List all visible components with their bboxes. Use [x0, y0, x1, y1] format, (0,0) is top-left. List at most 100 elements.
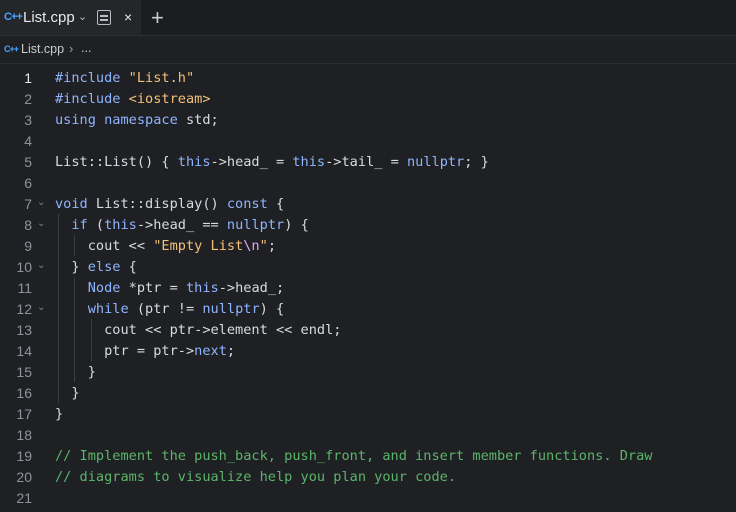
code-token: { [267, 196, 285, 212]
code-text: // Implement the push_back, push_front, … [55, 448, 652, 464]
code-line[interactable]: 14 ptr = ptr->next; [0, 340, 736, 361]
code-text: List::List() { this->head_ = this->tail_… [55, 154, 489, 170]
outline-view-icon[interactable] [97, 10, 111, 25]
breadcrumb: C++ List.cpp › ... [0, 36, 736, 64]
code-line[interactable]: 12 ⌄ while (ptr != nullptr) { [0, 298, 736, 319]
code-token: next [194, 343, 227, 359]
line-number: 21 [16, 490, 32, 506]
code-token: List::display() [95, 196, 227, 212]
code-token: #include [55, 91, 129, 107]
code-text: } else { [55, 259, 137, 275]
tab-bar: C++ List.cpp ⌄ × + [0, 0, 736, 36]
code-token: cout << [55, 238, 154, 254]
code-editor[interactable]: 1 #include "List.h" 2 #include <iostream> 3 u… [0, 64, 736, 512]
fold-chevron-icon[interactable]: ⌄ [37, 260, 45, 271]
code-token: ( [87, 217, 105, 233]
tab-title: List.cpp [23, 9, 75, 26]
line-number: 18 [16, 427, 32, 443]
code-line[interactable]: 16 } [0, 382, 736, 403]
chevron-down-icon[interactable]: ⌄ [78, 10, 87, 23]
code-token: List::List() { [55, 154, 178, 170]
code-token: ->tail_ = [325, 154, 407, 170]
code-token: this [104, 217, 137, 233]
close-icon[interactable]: × [124, 9, 132, 25]
code-line[interactable]: 4 [0, 130, 736, 151]
code-token: using namespace [55, 112, 186, 128]
code-line[interactable]: 6 [0, 172, 736, 193]
indent-guide [74, 235, 75, 256]
line-number: 11 [17, 280, 32, 296]
breadcrumb-file[interactable]: List.cpp [21, 42, 64, 56]
line-number: 17 [16, 406, 32, 422]
breadcrumb-symbols[interactable]: ... [81, 41, 91, 55]
code-text: cout << ptr->element << endl; [55, 322, 341, 338]
code-token: \n [243, 238, 260, 254]
code-line[interactable]: 7 ⌄ void List::display() const { [0, 193, 736, 214]
line-number: 2 [24, 91, 32, 107]
code-line[interactable]: 21 [0, 487, 736, 508]
code-line[interactable]: 18 [0, 424, 736, 445]
code-text: using namespace std; [55, 112, 219, 128]
code-text: // diagrams to visualize help you plan y… [55, 469, 456, 485]
code-token: <iostream> [128, 91, 211, 107]
code-token: // Implement the push_back, push_front, … [55, 448, 653, 464]
code-line[interactable]: 20 // diagrams to visualize help you plan… [0, 466, 736, 487]
code-token: std; [185, 112, 219, 128]
code-text: while (ptr != nullptr) { [55, 301, 284, 317]
fold-chevron-icon[interactable]: ⌄ [37, 302, 45, 313]
code-token: nullptr [226, 217, 285, 233]
code-token: void [55, 196, 96, 212]
code-text: ptr = ptr->next; [55, 343, 235, 359]
line-number: 3 [24, 112, 32, 128]
code-token: ; [267, 238, 276, 254]
code-token: nullptr [202, 301, 260, 317]
code-token: this [292, 154, 326, 170]
code-token: *ptr = [120, 280, 186, 296]
code-token: ) { [284, 217, 309, 233]
code-line[interactable]: 17} [0, 403, 736, 424]
tab-list-cpp[interactable]: C++ List.cpp ⌄ × [0, 0, 141, 35]
line-number: 1 [24, 70, 32, 86]
fold-chevron-icon[interactable]: ⌄ [37, 197, 45, 208]
code-line[interactable]: 8 ⌄ if (this->head_ == nullptr) { [0, 214, 736, 235]
line-number: 4 [24, 133, 32, 149]
line-number: 20 [16, 469, 32, 485]
code-line[interactable]: 13 cout << ptr->element << endl; [0, 319, 736, 340]
code-line[interactable]: 1 #include "List.h" [0, 67, 736, 88]
code-token: #include [55, 70, 129, 86]
code-token: (ptr != [128, 301, 203, 317]
line-number: 15 [16, 364, 32, 380]
code-text: void List::display() const { [55, 196, 284, 212]
code-text: } [55, 364, 96, 380]
line-number: 9 [24, 238, 32, 254]
line-number: 10 [16, 259, 32, 275]
code-line[interactable]: 11 Node *ptr = this->head_; [0, 277, 736, 298]
code-line[interactable]: 19 // Implement the push_back, push_front… [0, 445, 736, 466]
code-token: this [185, 280, 219, 296]
code-line[interactable]: 15 } [0, 361, 736, 382]
indent-guide [74, 277, 75, 382]
code-token: ->head_ == [136, 217, 227, 233]
code-token: ->head_; [218, 280, 285, 296]
code-line[interactable]: 3 using namespace std; [0, 109, 736, 130]
code-token: while [87, 301, 129, 317]
line-number: 8 [24, 217, 32, 233]
line-number: 19 [16, 448, 32, 464]
code-line[interactable]: 5 List::List() { this->head_ = this->tail… [0, 151, 736, 172]
fold-chevron-icon[interactable]: ⌄ [37, 218, 45, 229]
line-number: 7 [24, 196, 32, 212]
code-token: else [87, 259, 121, 275]
code-token: ->head_ = [210, 154, 293, 170]
code-line[interactable]: 9 cout << "Empty List\n"; [0, 235, 736, 256]
code-token: { [120, 259, 137, 275]
line-number: 12 [16, 301, 32, 317]
code-line[interactable]: 2 #include <iostream> [0, 88, 736, 109]
code-token: ; [226, 343, 236, 359]
code-token: } [55, 364, 96, 380]
code-line[interactable]: 10 ⌄ } else { [0, 256, 736, 277]
code-token: // diagrams to visualize help you plan y… [55, 469, 457, 485]
indent-guide [91, 319, 92, 361]
code-text: cout << "Empty List\n"; [55, 238, 276, 254]
new-tab-plus-icon[interactable]: + [151, 5, 164, 31]
